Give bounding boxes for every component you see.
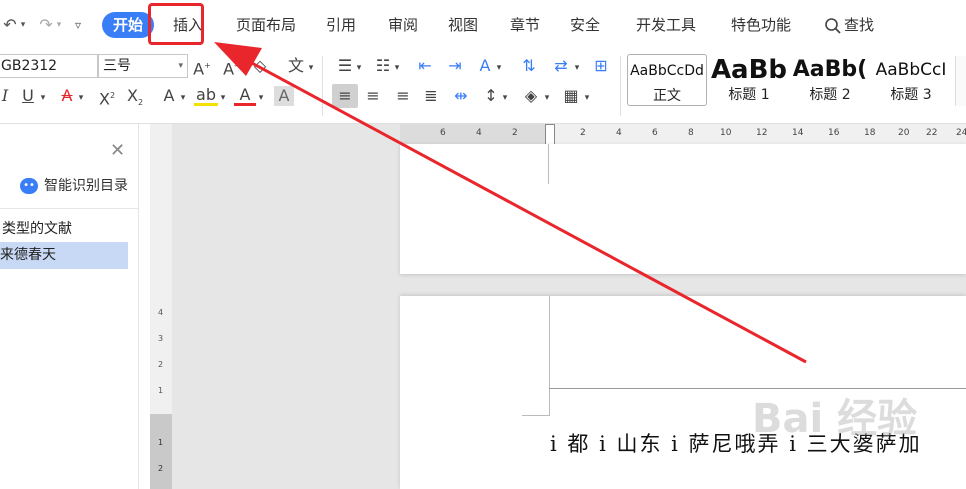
annotation-arrow: [214, 42, 807, 364]
